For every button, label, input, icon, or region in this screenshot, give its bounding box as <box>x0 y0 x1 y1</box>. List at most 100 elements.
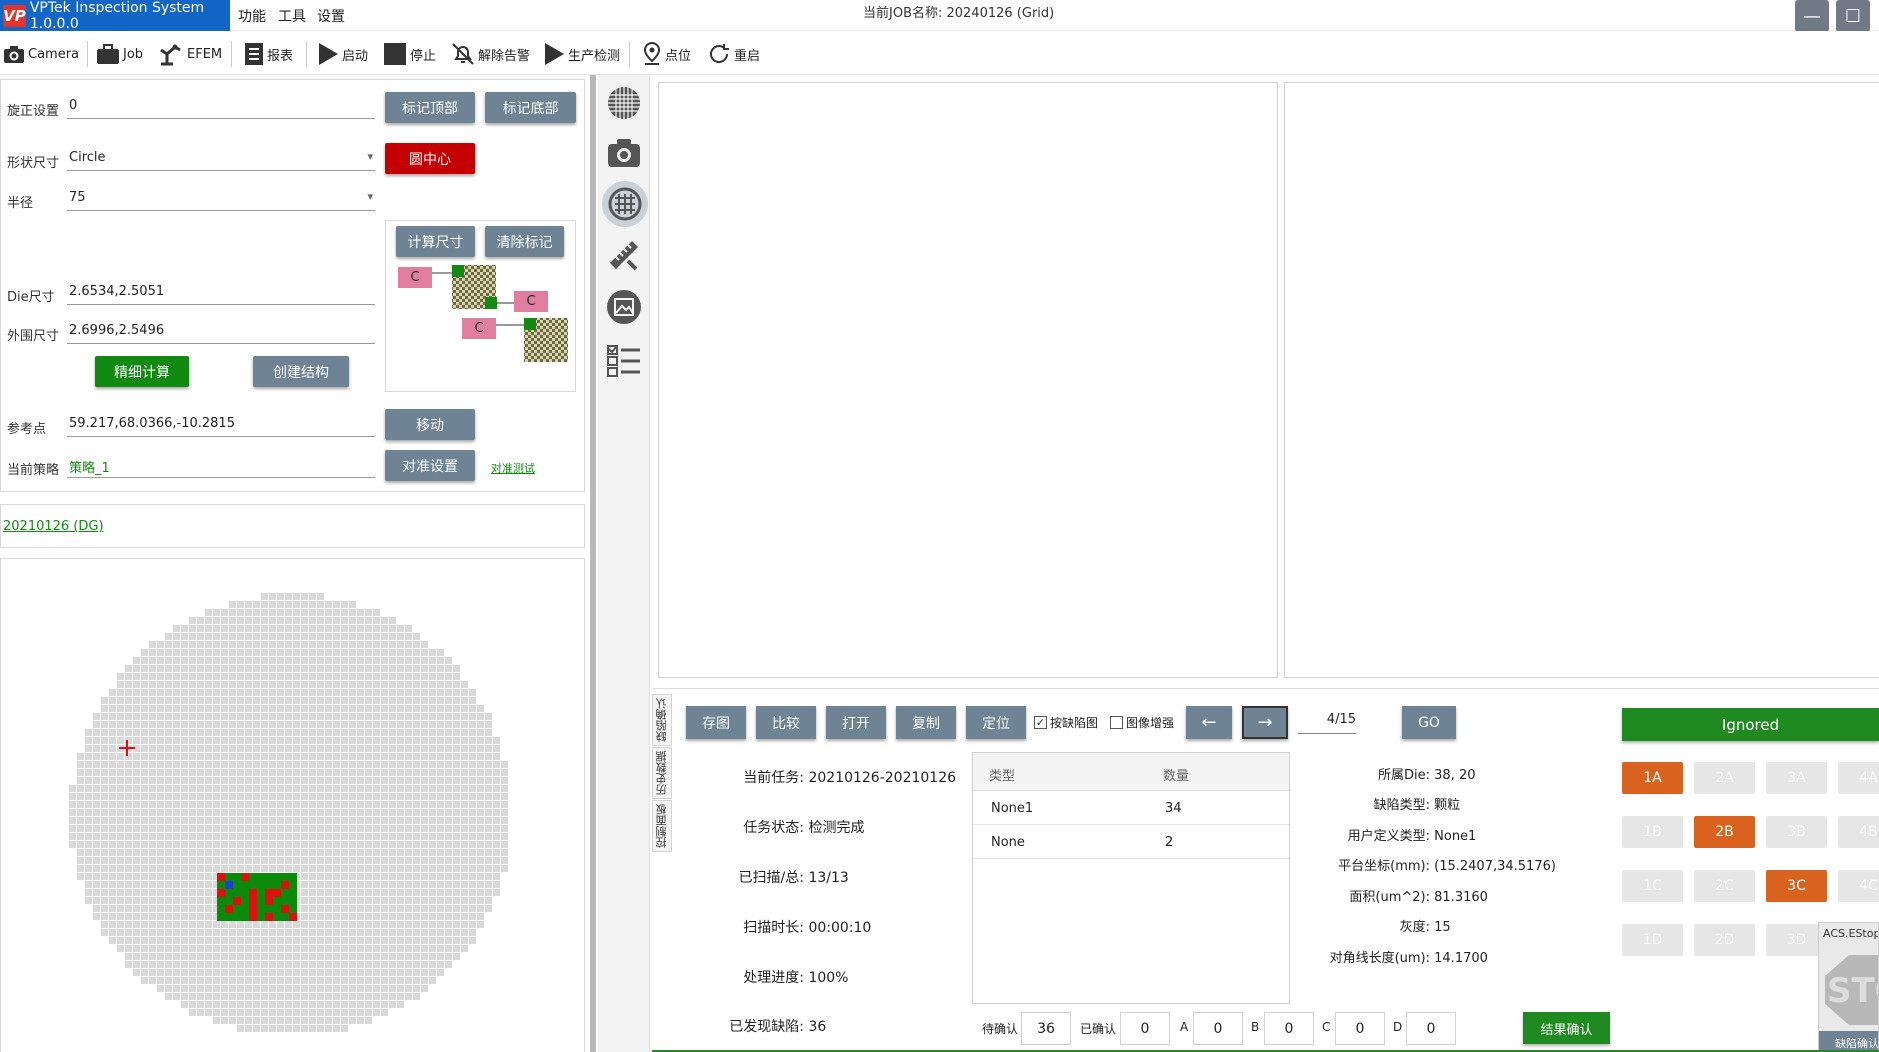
checkbox-box[interactable] <box>1110 716 1123 729</box>
inspected-region[interactable] <box>217 873 297 921</box>
go-button[interactable]: GO <box>1402 706 1456 739</box>
page-field[interactable]: 4/15 <box>1298 712 1356 734</box>
ignored-button[interactable]: Ignored <box>1622 708 1879 741</box>
toolbar-label: 生产检测 <box>568 48 621 64</box>
align-test-link[interactable]: 对准测试 <box>491 460 535 476</box>
kv-label: 处理进度: <box>743 970 804 986</box>
toolbar-camera[interactable]: Camera <box>3 40 79 68</box>
tab-history[interactable]: 历史数据 <box>652 747 672 799</box>
confirm-result-button[interactable]: 结果确认 <box>1523 1012 1610 1044</box>
corner-marker <box>485 297 497 309</box>
main-toolbar: Camera Job EFEM 报表 启动 停止 解除告警 生产检测 点位 重启 <box>0 31 1879 75</box>
toolbar-production[interactable]: 生产检测 <box>543 40 620 68</box>
class-button-2b[interactable]: 2B <box>1694 816 1755 848</box>
wafer-die <box>225 881 233 889</box>
checkbox-box[interactable]: ✓ <box>1034 716 1047 729</box>
sidebar-image[interactable] <box>604 287 644 327</box>
class-button-3b[interactable]: 3B <box>1766 816 1827 848</box>
sidebar-camera[interactable] <box>604 133 644 173</box>
minimize-button[interactable]: — <box>1795 0 1829 32</box>
clear-mark-button[interactable]: 清除标记 <box>485 226 564 257</box>
corner-c-button[interactable]: C <box>398 267 432 288</box>
corner-c-button[interactable]: C <box>514 291 548 312</box>
checklist-icon <box>607 345 640 377</box>
class-button-2d[interactable]: 2D <box>1694 924 1755 956</box>
class-button-1c[interactable]: 1C <box>1622 870 1683 902</box>
reference-point-field[interactable]: 59.217,68.0366,-10.2815 <box>67 413 375 437</box>
pane-divider[interactable] <box>590 75 596 1052</box>
toolbar-efem[interactable]: EFEM <box>158 40 222 68</box>
image-view-left[interactable] <box>658 82 1278 678</box>
class-button-1d[interactable]: 1D <box>1622 924 1683 956</box>
mark-bottom-button[interactable]: 标记底部 <box>485 92 576 123</box>
class-button-3a[interactable]: 3A <box>1766 762 1827 794</box>
toolbar-start[interactable]: 启动 <box>317 40 368 68</box>
toolbar-stop[interactable]: 停止 <box>383 40 436 68</box>
wafer-die <box>289 897 297 905</box>
tab-defect-confirm[interactable]: 缺陷确认 <box>652 694 672 746</box>
next-button[interactable]: → <box>1242 706 1288 739</box>
app-logo-bar: VP VPTek Inspection System 1.0.0.0 <box>0 0 230 32</box>
image-view-right[interactable] <box>1284 82 1879 678</box>
prev-button[interactable]: ← <box>1186 706 1232 739</box>
wafer-die <box>273 881 281 889</box>
calc-size-button[interactable]: 计算尺寸 <box>396 226 475 257</box>
toolbar-clear-alarm[interactable]: 解除告警 <box>451 40 530 68</box>
toolbar-job[interactable]: Job <box>96 40 143 68</box>
class-button-4c[interactable]: 4C <box>1838 870 1879 902</box>
copy-button[interactable]: 复制 <box>896 706 956 739</box>
sidebar-measure[interactable] <box>604 235 644 275</box>
kv-label: 面积(um^2): <box>1349 890 1430 905</box>
outer-size-field[interactable]: 2.6996,2.5496 <box>67 320 375 344</box>
open-button[interactable]: 打开 <box>826 706 886 739</box>
compare-button[interactable]: 比较 <box>756 706 816 739</box>
enhance-checkbox[interactable]: 图像增强 <box>1110 714 1174 731</box>
class-button-1b[interactable]: 1B <box>1622 816 1683 848</box>
class-button-4b[interactable]: 4B <box>1838 816 1879 848</box>
table-row[interactable]: None1 34 <box>973 791 1289 825</box>
defects-found: 已发现缺陷: 36 <box>704 1016 826 1036</box>
corner-c-button[interactable]: C <box>462 318 496 339</box>
toolbar-restart[interactable]: 重启 <box>707 40 760 68</box>
die-size-field[interactable]: 2.6534,2.5051 <box>67 281 375 305</box>
shape-select[interactable]: Circle <box>67 147 375 171</box>
maximize-button[interactable]: ☐ <box>1836 0 1870 32</box>
menu-tools[interactable]: 工具 <box>278 6 306 26</box>
radius-select[interactable]: 75 <box>67 187 375 211</box>
move-button[interactable]: 移动 <box>385 409 475 440</box>
class-button-2a[interactable]: 2A <box>1694 762 1755 794</box>
class-button-4a[interactable]: 4A <box>1838 762 1879 794</box>
table-row[interactable]: None 2 <box>973 825 1289 859</box>
rotation-field[interactable]: 0 <box>67 95 375 119</box>
recipe-link[interactable]: 20210126 (DG) <box>3 519 104 534</box>
wafer-die <box>225 889 233 897</box>
circle-center-button[interactable]: 圆中心 <box>385 143 475 174</box>
fine-calc-button[interactable]: 精细计算 <box>95 356 189 387</box>
class-button-3c[interactable]: 3C <box>1766 870 1827 902</box>
locate-button[interactable]: 定位 <box>966 706 1026 739</box>
create-structure-button[interactable]: 创建结构 <box>253 356 349 387</box>
wafer-die <box>273 905 281 913</box>
icon-sidebar <box>598 75 650 1052</box>
wafer-die <box>257 913 265 921</box>
wafer-die <box>265 873 273 881</box>
sidebar-grid[interactable] <box>604 83 644 123</box>
sidebar-wafer-map[interactable] <box>602 181 648 227</box>
strategy-field[interactable]: 策略_1 <box>67 454 375 478</box>
sidebar-checklist[interactable] <box>604 341 644 381</box>
estop-popup[interactable]: ACS.EStop STO 缺陷确认 <box>1818 922 1879 1052</box>
toolbar-report[interactable]: 报表 <box>244 40 293 68</box>
class-button-2c[interactable]: 2C <box>1694 870 1755 902</box>
defect-gray: 灰度: 15 <box>1300 916 1451 935</box>
toolbar-point[interactable]: 点位 <box>642 40 691 68</box>
wafer-map[interactable] <box>69 593 515 1039</box>
tab-control-panel[interactable]: 控制面板 <box>652 800 672 852</box>
align-settings-button[interactable]: 对准设置 <box>385 450 475 481</box>
mark-top-button[interactable]: 标记顶部 <box>385 92 475 123</box>
by-defect-checkbox[interactable]: ✓ 按缺陷图 <box>1034 714 1098 731</box>
kv-label: 对角线长度(um): <box>1329 951 1430 966</box>
save-image-button[interactable]: 存图 <box>686 706 746 739</box>
class-button-1a[interactable]: 1A <box>1622 762 1683 794</box>
menu-settings[interactable]: 设置 <box>317 6 345 26</box>
menu-function[interactable]: 功能 <box>238 6 266 26</box>
